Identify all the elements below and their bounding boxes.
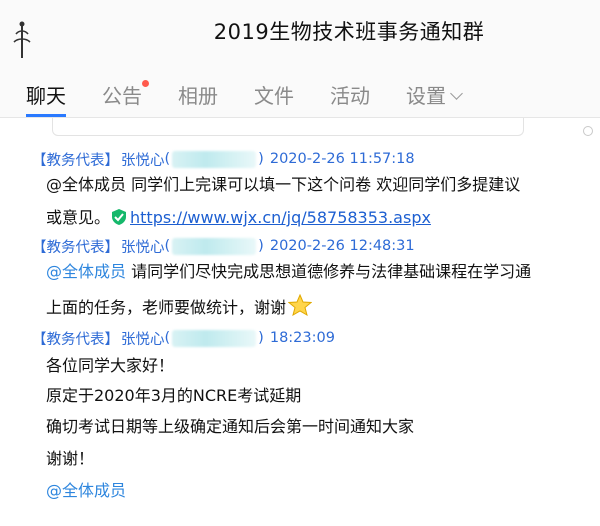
message-text: 各位同学大家好！ <box>46 356 175 375</box>
sender-name[interactable]: 张悦心 <box>121 328 165 349</box>
tab-chat-label: 聊天 <box>26 84 66 108</box>
sender-name[interactable]: 张悦心 <box>121 149 165 170</box>
message-line: @全体成员 请同学们尽快完成思想道德修养与法律基础课程在学习通 <box>46 260 531 284</box>
tab-settings-label: 设置 <box>406 84 446 108</box>
message-text: 谢谢！ <box>46 449 95 468</box>
redacted-id-blur <box>172 150 257 168</box>
paren-open: ( <box>164 238 171 254</box>
message-line: 确切考试日期等上级确定通知后会第一时间通知大家 <box>46 415 414 439</box>
sender-role: 【教务代表】 <box>32 152 119 169</box>
message-sender-header: 【教务代表】 张悦心 ( ) 2020-2-26 11:57:18 <box>32 149 415 169</box>
sender-role: 【教务代表】 <box>32 239 119 256</box>
chat-area[interactable]: 【教务代表】 张悦心 ( ) 2020-2-26 11:57:18 @全体成员 … <box>0 118 600 526</box>
message-time: 2020-2-26 12:48:31 <box>269 238 415 254</box>
message-line: 各位同学大家好！ <box>46 354 174 378</box>
paren-close: ) <box>258 330 264 346</box>
tab-album[interactable]: 相册 <box>178 78 218 114</box>
message-text: 或意见。 <box>46 208 111 227</box>
tab-announcement-label: 公告 <box>102 84 142 108</box>
message-time: 2020-2-26 11:57:18 <box>269 151 415 167</box>
tab-activity-label: 活动 <box>330 84 370 108</box>
star-emoji-icon <box>288 294 313 316</box>
group-title: 2019生物技术班事务通知群 <box>213 20 485 44</box>
scroll-indicator-icon[interactable] <box>583 126 593 136</box>
tab-files-label: 文件 <box>254 84 294 108</box>
message-text: 上面的任务，老师要做统计，谢谢 <box>46 298 287 317</box>
verified-shield-icon <box>112 209 127 225</box>
sender-role: 【教务代表】 <box>32 331 119 348</box>
tab-bar: 聊天 公告 相册 文件 活动 设置 <box>26 78 497 117</box>
paren-close: ) <box>258 151 264 167</box>
tab-album-label: 相册 <box>178 84 218 108</box>
mention-all[interactable]: @全体成员 <box>46 175 126 194</box>
message-line: 谢谢！ <box>46 447 94 471</box>
message-line: @全体成员 <box>46 479 126 503</box>
message-sender-header: 【教务代表】 张悦心 ( ) 2020-2-26 12:48:31 <box>32 236 415 256</box>
survey-link[interactable]: https://www.wjx.cn/jq/58758353.aspx <box>130 208 431 227</box>
message-text: 原定于2020年3月的NCRE考试延期 <box>46 386 302 405</box>
tab-files[interactable]: 文件 <box>254 78 294 114</box>
sender-name[interactable]: 张悦心 <box>121 236 165 257</box>
redacted-id-blur <box>172 329 257 347</box>
paren-open: ( <box>164 151 171 167</box>
unread-dot-icon <box>142 80 149 87</box>
mention-all[interactable]: @全体成员 <box>46 262 126 281</box>
message-text: 请同学们尽快完成思想道德修养与法律基础课程在学习通 <box>126 262 532 281</box>
tab-settings[interactable]: 设置 <box>406 78 463 114</box>
tab-chat[interactable]: 聊天 <box>26 78 66 117</box>
message-time: 18:23:09 <box>269 330 335 346</box>
group-header: 2019生物技术班事务通知群 聊天 公告 相册 文件 活动 设置 <box>0 0 600 118</box>
tab-announcement[interactable]: 公告 <box>102 78 149 114</box>
message-line: @全体成员 同学们上完课可以填一下这个问卷 欢迎同学们多提建议 <box>46 173 520 197</box>
tab-activity[interactable]: 活动 <box>330 78 370 114</box>
message-text: 同学们上完课可以填一下这个问卷 欢迎同学们多提建议 <box>126 175 521 194</box>
paren-close: ) <box>258 238 264 254</box>
mention-all[interactable]: @全体成员 <box>46 481 126 500</box>
paren-open: ( <box>164 330 171 346</box>
message-line: 上面的任务，老师要做统计，谢谢 <box>46 294 313 318</box>
chevron-down-icon <box>450 87 463 100</box>
message-sender-header: 【教务代表】 张悦心 ( ) 18:23:09 <box>32 328 335 348</box>
message-line: 原定于2020年3月的NCRE考试延期 <box>46 384 301 408</box>
message-line: 或意见。 https://www.wjx.cn/jq/58758353.aspx <box>46 206 431 230</box>
previous-message-card <box>52 118 524 136</box>
redacted-id-blur <box>172 237 257 255</box>
message-text: 确切考试日期等上级确定通知后会第一时间通知大家 <box>46 417 415 436</box>
